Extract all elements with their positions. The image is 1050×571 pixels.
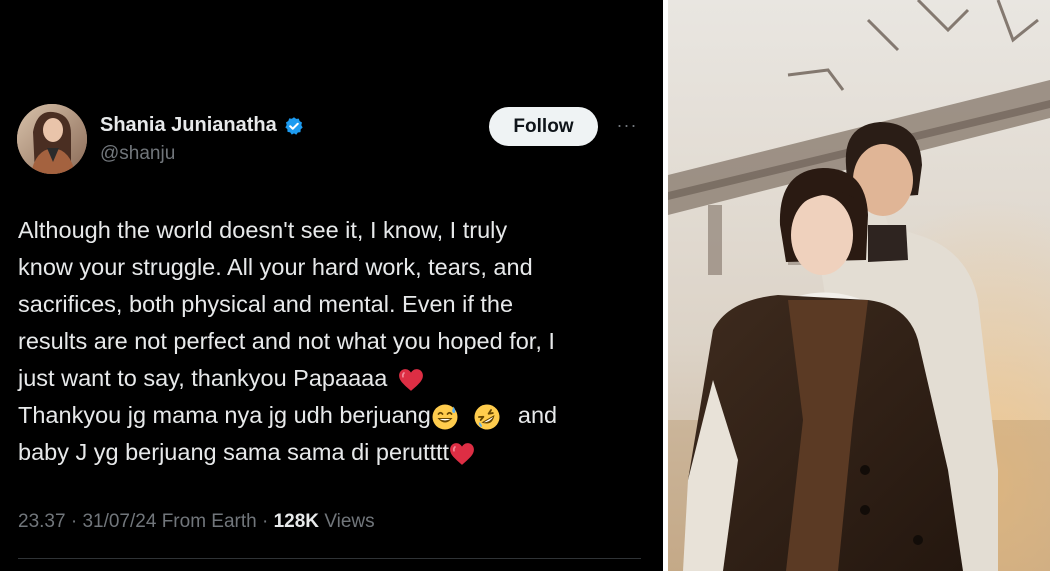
tweet-date[interactable]: 31/07/24 — [82, 511, 156, 532]
couple-photo-illustration — [668, 0, 1050, 571]
tweet-line: and — [517, 402, 558, 428]
user-handle[interactable]: @shanju — [100, 143, 175, 165]
views-count[interactable]: 128K — [274, 511, 319, 532]
follow-button[interactable]: Follow — [489, 107, 598, 146]
tweet-text: Although the world doesn't see it, I kno… — [18, 212, 653, 471]
tweet-line-with-heart: just want to say, thankyou Papaaaa — [18, 360, 653, 397]
meta-separator: · — [70, 511, 78, 532]
divider — [18, 558, 641, 559]
display-name[interactable]: Shania Junianatha — [100, 114, 277, 137]
tweet-meta: 23.37 · 31/07/24 From Earth · 128K Views — [18, 511, 375, 533]
screenshot-collage: Shania Junianatha @shanju Follow ··· Alt… — [0, 0, 1050, 571]
tweet-line-with-emojis: Thankyou jg mama nya jg udh berjuang and — [18, 397, 653, 434]
meta-separator: · — [262, 511, 269, 532]
rolling-laughing-emoji-icon — [474, 404, 500, 430]
display-name-row[interactable]: Shania Junianatha — [100, 114, 304, 137]
tweet-card: Shania Junianatha @shanju Follow ··· Alt… — [0, 0, 663, 571]
views-label: Views — [324, 511, 375, 532]
tweet-line: sacrifices, both physical and mental. Ev… — [18, 291, 514, 317]
avatar-photo — [17, 104, 87, 174]
tweet-line: know your struggle. All your hard work, … — [18, 254, 533, 280]
couple-photo — [668, 0, 1050, 571]
tweet-line-with-heart: baby J yg berjuang sama sama di perutttt — [18, 434, 653, 471]
tweet-line: Although the world doesn't see it, I kno… — [18, 217, 508, 243]
tweet-line: results are not perfect and not what you… — [18, 328, 555, 354]
more-options-icon[interactable]: ··· — [613, 113, 641, 137]
tweet-source: From Earth — [161, 511, 257, 532]
verified-badge-icon — [285, 116, 303, 135]
tweet-line: Thankyou jg mama nya jg udh berjuang — [18, 402, 431, 428]
tweet-line: just want to say, thankyou Papaaaa — [18, 365, 388, 391]
avatar[interactable] — [17, 104, 87, 174]
grinning-sweat-emoji-icon — [432, 404, 458, 430]
tweet-time[interactable]: 23.37 — [18, 511, 66, 532]
red-heart-icon — [450, 442, 474, 465]
tweet-line: baby J yg berjuang sama sama di perutttt — [18, 439, 450, 465]
red-heart-icon — [398, 368, 423, 391]
